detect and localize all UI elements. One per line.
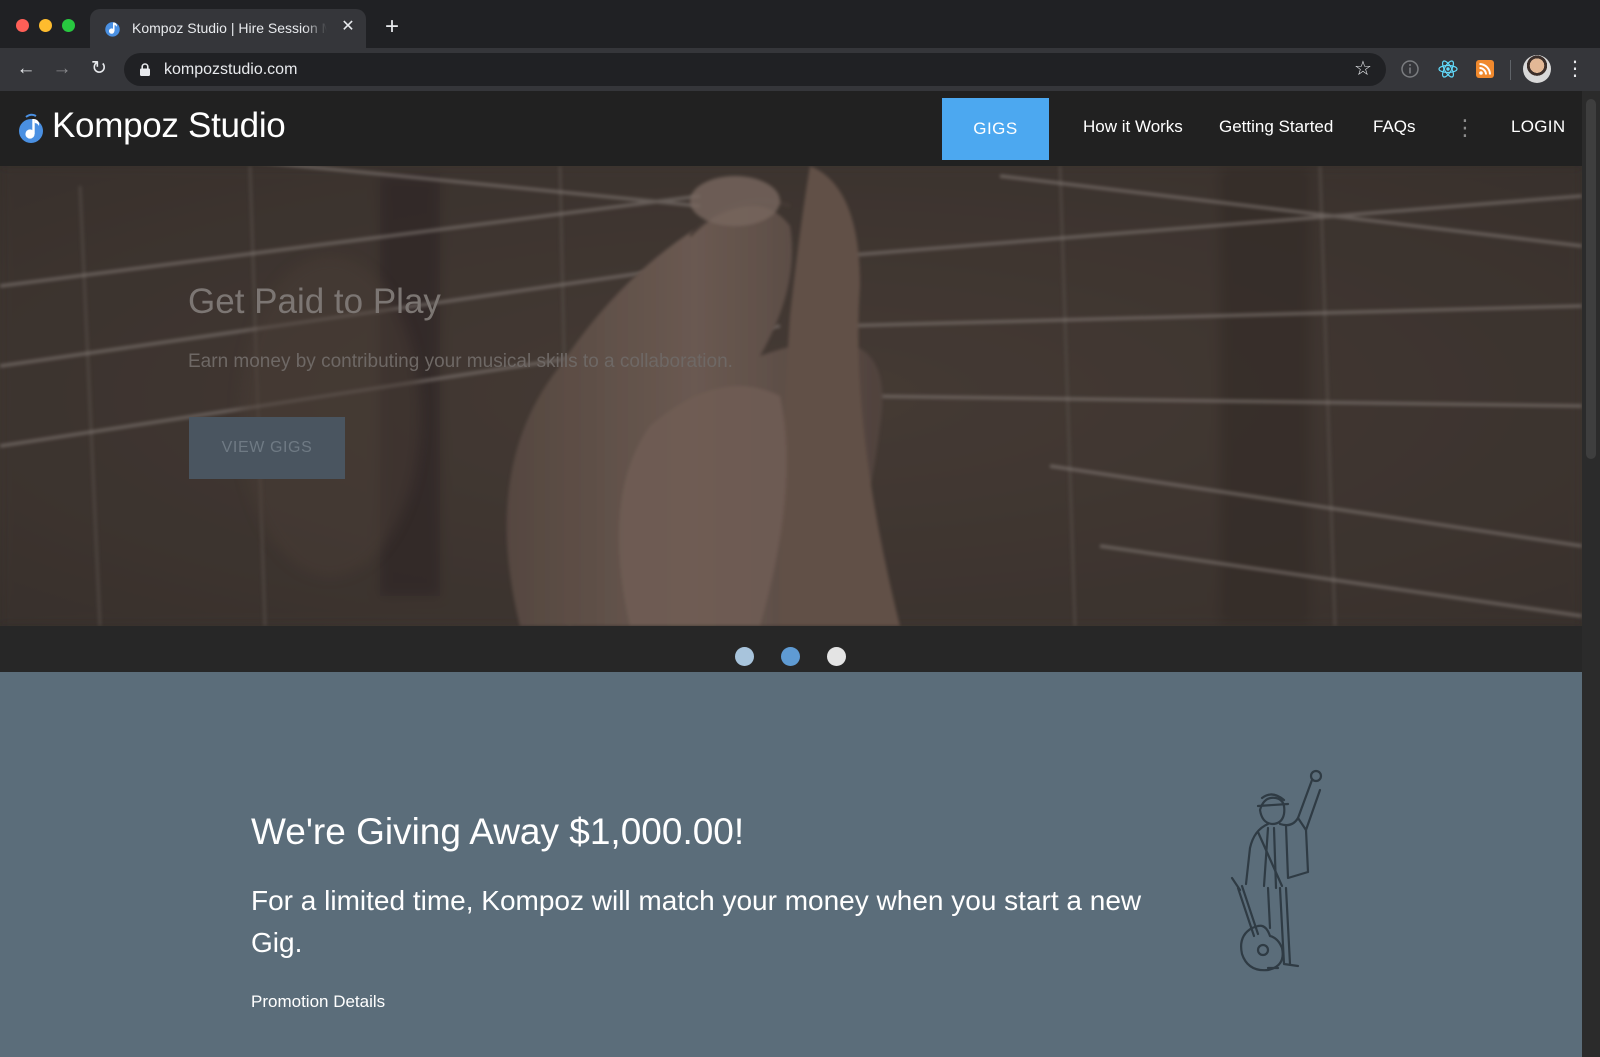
forward-arrow-icon[interactable]: → [48, 55, 76, 83]
browser-tab[interactable]: Kompoz Studio | Hire Session Musicians ✕ [90, 9, 366, 48]
window-minimize-button[interactable] [39, 19, 52, 32]
browser-menu-icon[interactable]: ⋮ [1563, 55, 1587, 83]
site-header: Kompoz Studio GIGS How it Works Getting … [0, 91, 1582, 166]
scrollbar-thumb[interactable] [1586, 99, 1596, 459]
carousel-dot-3[interactable] [827, 647, 846, 666]
plus-icon[interactable]: + [379, 14, 405, 40]
profile-avatar[interactable] [1523, 55, 1551, 83]
toolbar-divider [1510, 60, 1511, 80]
hero-overlay [0, 166, 1582, 626]
window-zoom-button[interactable] [62, 19, 75, 32]
nav-gigs-button[interactable]: GIGS [942, 98, 1049, 160]
more-menu-icon[interactable]: ⋮ [1454, 115, 1476, 143]
guitarist-illustration [1230, 769, 1323, 972]
site-logo-text[interactable]: Kompoz Studio [52, 106, 286, 146]
kompoz-note-icon [105, 22, 120, 37]
nav-faqs[interactable]: FAQs [1373, 117, 1416, 137]
kompoz-logo-icon[interactable] [18, 113, 46, 145]
promo-body: For a limited time, Kompoz will match yo… [251, 885, 1142, 958]
nav-login[interactable]: LOGIN [1511, 117, 1565, 137]
carousel-dot-1[interactable] [735, 647, 754, 666]
info-extension-icon[interactable] [1399, 58, 1421, 80]
hero-subtitle: Earn money by contributing your musical … [188, 351, 733, 372]
hero-carousel: Get Paid to Play Earn money by contribut… [0, 166, 1582, 626]
promo-section: We're Giving Away $1,000.00! For a limit… [0, 672, 1582, 1057]
close-icon[interactable]: ✕ [338, 17, 358, 37]
reload-icon[interactable]: ↻ [85, 55, 113, 83]
window-close-button[interactable] [16, 19, 29, 32]
carousel-dot-2-active[interactable] [781, 647, 800, 666]
nav-getting-started[interactable]: Getting Started [1219, 117, 1333, 137]
nav-how-it-works[interactable]: How it Works [1083, 117, 1183, 137]
view-gigs-button[interactable]: VIEW GIGS [189, 417, 345, 479]
back-arrow-icon[interactable]: ← [12, 55, 40, 83]
bookmark-star-icon[interactable]: ☆ [1351, 57, 1375, 81]
page-viewport: Kompoz Studio GIGS How it Works Getting … [0, 91, 1582, 1057]
hero-title: Get Paid to Play [188, 282, 441, 321]
rss-feed-icon[interactable] [1474, 58, 1496, 80]
tab-strip: Kompoz Studio | Hire Session Musicians ✕… [0, 0, 1600, 48]
page-scrollbar[interactable] [1582, 91, 1600, 1057]
tab-title: Kompoz Studio | Hire Session Musicians [132, 20, 327, 36]
address-bar[interactable]: kompozstudio.com ☆ [124, 53, 1386, 86]
promo-title: We're Giving Away $1,000.00! [251, 811, 745, 852]
lock-icon [140, 63, 150, 76]
promotion-details-link[interactable]: Promotion Details [251, 992, 385, 1012]
react-devtools-icon[interactable] [1437, 58, 1459, 80]
browser-chrome: Kompoz Studio | Hire Session Musicians ✕… [0, 0, 1600, 91]
carousel-indicators [0, 626, 1582, 672]
browser-toolbar: ← → ↻ kompozstudio.com ☆ ⋮ [0, 48, 1600, 91]
url-text[interactable]: kompozstudio.com [164, 61, 297, 79]
